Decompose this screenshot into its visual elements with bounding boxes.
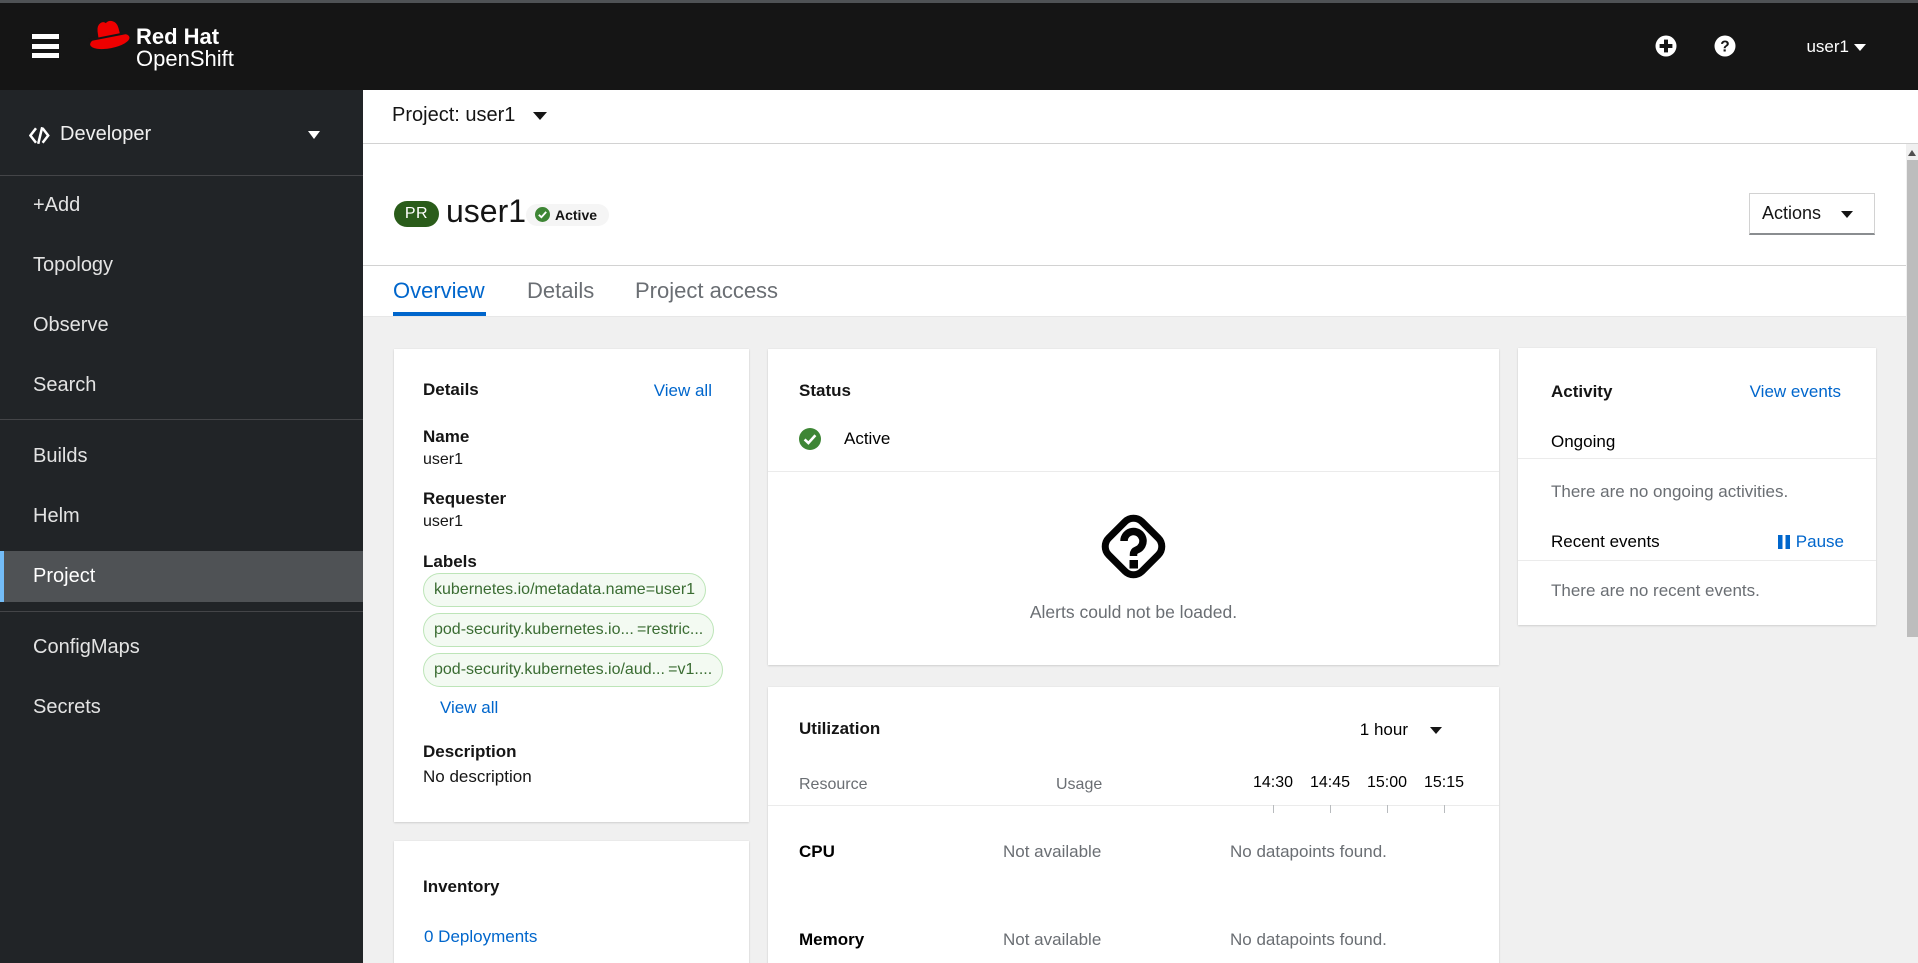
svg-text:?: ? [1720, 38, 1729, 55]
